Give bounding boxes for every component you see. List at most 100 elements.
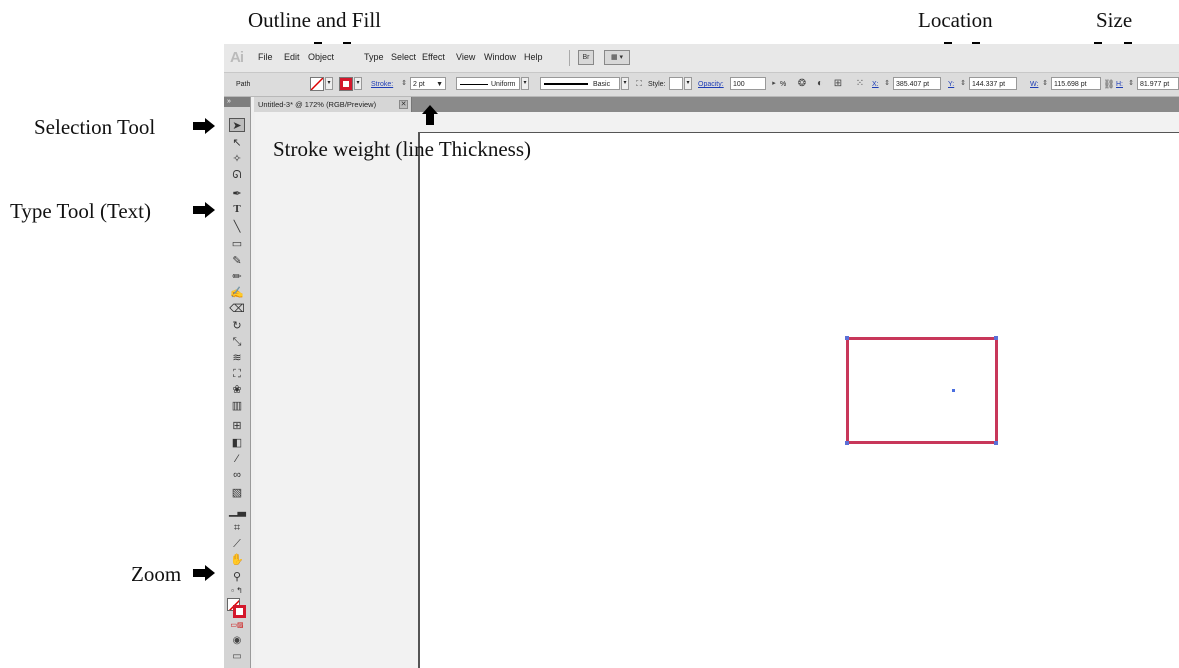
drawing-mode-icon[interactable]: ◉ <box>229 635 245 647</box>
h-value: 81.977 pt <box>1140 81 1170 88</box>
opacity-field[interactable]: 100 <box>730 77 766 90</box>
menu-effect[interactable]: Effect <box>422 52 445 62</box>
pencil-tool-icon[interactable]: ✏ <box>229 270 245 284</box>
w-field[interactable]: 115.698 pt <box>1051 77 1101 90</box>
blend-tool-icon[interactable]: ∞ <box>229 468 245 482</box>
free-transform-tool-icon[interactable]: ⛶ <box>229 367 245 381</box>
h-field[interactable]: 81.977 pt <box>1137 77 1179 90</box>
stroke-weight-stepper-icon[interactable]: ⇕ <box>398 78 410 90</box>
selected-rectangle[interactable] <box>846 337 998 444</box>
h-stepper-icon[interactable]: ⇕ <box>1125 78 1137 90</box>
color-mode-icons[interactable]: ▭▨ <box>227 621 247 630</box>
stroke-swatch[interactable] <box>339 77 353 91</box>
selection-type-label: Path <box>236 81 251 88</box>
swap-fill-stroke-icon[interactable]: ▫ ↰ <box>228 586 246 596</box>
lasso-tool-icon[interactable]: ᘏ <box>229 168 245 182</box>
mesh-tool-icon[interactable]: ⊞ <box>229 419 245 433</box>
rect-handle-bottom-left[interactable] <box>845 441 849 445</box>
direct-selection-tool-icon[interactable]: ↖ <box>229 136 245 150</box>
type-tool-arrow-icon <box>193 202 215 218</box>
brush-value: Basic <box>593 81 611 88</box>
brush-options-icon[interactable]: ⛶ <box>633 78 645 90</box>
rectangle-tool-icon[interactable]: ▭ <box>229 237 245 251</box>
transform-reference-icon[interactable]: ⁙ <box>854 78 866 90</box>
blob-brush-tool-icon[interactable]: ✍ <box>229 286 245 300</box>
constrain-proportions-icon[interactable]: ⛓ <box>1103 78 1115 90</box>
document-tab[interactable]: Untitled-3* @ 172% (RGB/Preview) ✕ <box>254 97 412 112</box>
bridge-button[interactable]: Br <box>578 50 594 65</box>
gradient-tool-icon[interactable]: ◧ <box>229 436 245 450</box>
rect-handle-top-left[interactable] <box>845 336 849 340</box>
zoom-tool-icon[interactable]: ⚲ <box>229 570 245 584</box>
fill-dropdown[interactable]: ▾ <box>325 77 333 90</box>
stroke-indicator-icon[interactable] <box>233 605 246 618</box>
scale-tool-icon[interactable]: ⤡ <box>229 335 245 349</box>
brush-definition[interactable]: Basic <box>540 77 620 90</box>
tools-panel-grip[interactable]: » <box>224 97 250 107</box>
magic-wand-tool-icon[interactable]: ✧ <box>229 152 245 166</box>
w-stepper-icon[interactable]: ⇕ <box>1039 78 1051 90</box>
rotate-tool-icon[interactable]: ↻ <box>229 319 245 333</box>
none-fill-icon <box>310 77 324 91</box>
stroke-weight-field[interactable]: 2 pt ▼ <box>410 77 446 90</box>
profile-dropdown[interactable]: ▾ <box>521 77 529 90</box>
warp-tool-icon[interactable]: ≋ <box>229 351 245 365</box>
graphic-style-swatch[interactable] <box>669 77 683 90</box>
menu-select[interactable]: Select <box>391 52 416 62</box>
recolor-artwork-icon[interactable]: ❂ <box>796 78 808 90</box>
x-stepper-icon[interactable]: ⇕ <box>881 78 893 90</box>
eraser-tool-icon[interactable]: ⌫ <box>229 302 245 316</box>
stroke-panel-link[interactable]: Stroke: <box>371 81 393 88</box>
brush-dropdown[interactable]: ▾ <box>621 77 629 90</box>
menu-file[interactable]: File <box>258 52 273 62</box>
opacity-slider-icon[interactable]: ▸ <box>768 78 780 90</box>
canvas-area[interactable] <box>255 112 1179 668</box>
h-label[interactable]: H: <box>1116 81 1123 88</box>
x-field[interactable]: 385.407 pt <box>893 77 941 90</box>
fill-swatch[interactable] <box>310 77 324 91</box>
style-dropdown[interactable]: ▾ <box>684 77 692 90</box>
menu-window[interactable]: Window <box>484 52 516 62</box>
y-stepper-icon[interactable]: ⇕ <box>957 78 969 90</box>
profile-line-icon <box>460 84 488 85</box>
x-value: 385.407 pt <box>896 81 930 88</box>
opacity-panel-link[interactable]: Opacity: <box>698 81 724 88</box>
profile-value: Uniform <box>491 81 516 88</box>
y-field[interactable]: 144.337 pt <box>969 77 1017 90</box>
artboard-tool-icon[interactable]: ⌗ <box>229 521 245 535</box>
screen-mode-icon[interactable]: ▭ <box>229 651 245 663</box>
slice-tool-icon[interactable]: ⟋ <box>229 537 245 551</box>
w-label[interactable]: W: <box>1030 81 1038 88</box>
stroke-dropdown[interactable]: ▾ <box>354 77 362 90</box>
y-label[interactable]: Y: <box>948 81 954 88</box>
line-tool-icon[interactable]: ╲ <box>229 220 245 234</box>
arrange-documents-button[interactable]: ▦ ▾ <box>604 50 630 65</box>
eyedropper-tool-icon[interactable]: ⁄ <box>229 452 245 466</box>
live-paint-tool-icon[interactable]: ▧ <box>229 486 245 500</box>
symbol-sprayer-tool-icon[interactable]: ❀ <box>229 383 245 397</box>
brush-line-icon <box>544 83 588 85</box>
menu-object[interactable]: Object <box>308 52 334 62</box>
document-setup-icon[interactable]: ◐ <box>814 78 826 90</box>
rect-handle-bottom-right[interactable] <box>994 441 998 445</box>
menu-view[interactable]: View <box>456 52 475 62</box>
artboard[interactable] <box>418 132 1179 668</box>
x-label[interactable]: X: <box>872 81 879 88</box>
menu-type[interactable]: Type <box>364 52 384 62</box>
menu-separator <box>569 50 570 66</box>
variable-width-profile[interactable]: Uniform <box>456 77 520 90</box>
rect-handle-top-right[interactable] <box>994 336 998 340</box>
pen-tool-icon[interactable]: ✒ <box>229 187 245 201</box>
zoom-annotation: Zoom <box>131 562 182 586</box>
fill-stroke-indicator[interactable] <box>227 598 247 618</box>
hand-tool-icon[interactable]: ✋ <box>229 553 245 567</box>
column-graph-tool-icon[interactable]: ▁▃ <box>229 504 246 518</box>
paintbrush-tool-icon[interactable]: ✎ <box>229 254 245 268</box>
menu-edit[interactable]: Edit <box>284 52 300 62</box>
close-icon[interactable]: ✕ <box>399 100 408 109</box>
type-tool-icon[interactable]: T <box>229 202 245 216</box>
menu-help[interactable]: Help <box>524 52 543 62</box>
graph-tool-icon[interactable]: ▥ <box>229 399 245 413</box>
align-icon[interactable]: ⊞ <box>832 78 844 90</box>
selection-tool-icon[interactable]: ➤ <box>229 118 245 132</box>
